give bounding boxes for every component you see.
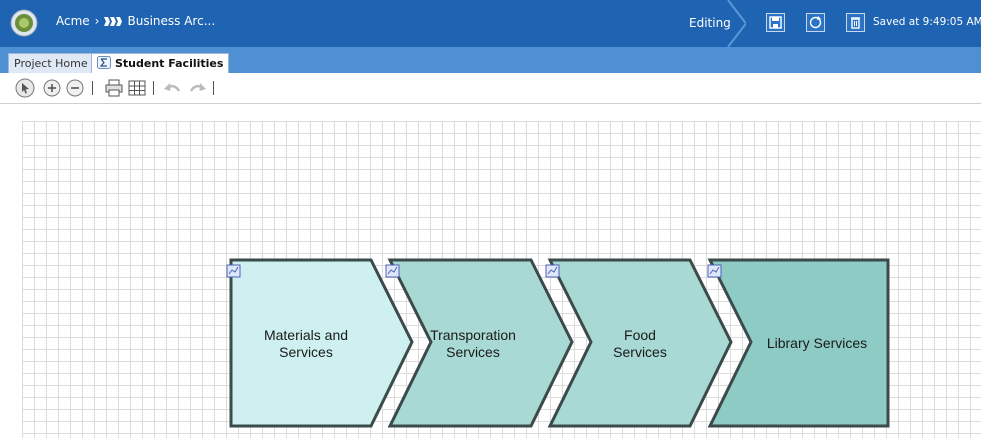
mode-label: Editing <box>689 16 731 30</box>
tab-project-home[interactable]: Project Home <box>8 53 94 73</box>
tab-label: Project Home <box>14 57 88 70</box>
save-icon <box>769 16 782 29</box>
app-logo-icon[interactable] <box>10 9 38 37</box>
toolbar-divider <box>92 81 93 95</box>
print-icon[interactable] <box>103 77 125 99</box>
chevron-shape-2[interactable]: Transporation Services <box>385 258 574 428</box>
canvas-area: Materials and Services Transporation Ser… <box>0 104 981 438</box>
shape-badge-icon <box>385 264 400 278</box>
select-icon[interactable] <box>14 77 36 99</box>
trash-icon <box>851 17 860 29</box>
breadcrumb-separator: › <box>94 14 100 28</box>
grid-icon[interactable] <box>126 77 148 99</box>
tab-student-facilities[interactable]: Student Facilities <box>91 53 230 73</box>
tab-label: Student Facilities <box>115 57 224 70</box>
toolbar-divider <box>213 81 214 95</box>
undo-icon[interactable] <box>161 77 183 99</box>
breadcrumb: Acme › Business Arc... <box>56 14 215 28</box>
save-button[interactable] <box>766 13 785 32</box>
value-chain-diagram: Materials and Services Transporation Ser… <box>226 258 890 428</box>
shape-badge-icon <box>226 264 241 278</box>
shape-label-line2: Services <box>446 344 500 360</box>
diagram-toolbar <box>0 73 981 104</box>
delete-button[interactable] <box>846 13 865 32</box>
breadcrumb-current[interactable]: Business Arc... <box>127 14 215 28</box>
redo-icon[interactable] <box>187 77 209 99</box>
shape-label-line1: Transporation <box>430 327 516 343</box>
shape-label-line2: Services <box>613 344 667 360</box>
shape-label-line1: Food <box>624 327 656 343</box>
shape-badge-icon <box>707 264 722 278</box>
app-header: Acme › Business Arc... Editing Saved at 9:… <box>0 0 981 47</box>
sigma-icon <box>97 56 111 69</box>
shape-badge-icon <box>545 264 560 278</box>
chevron-shape-3[interactable]: Food Services <box>545 258 733 428</box>
chevron-shape-4[interactable]: Library Services <box>707 258 890 428</box>
toolbar-divider <box>153 81 154 95</box>
refresh-icon <box>809 16 822 29</box>
shape-label-line1: Materials and <box>264 327 348 343</box>
shape-label-line2: Services <box>279 344 333 360</box>
zoom-out-icon[interactable] <box>64 77 86 99</box>
saved-status: Saved at 9:49:05 AM <box>873 16 981 28</box>
zoom-in-icon[interactable] <box>41 77 63 99</box>
refresh-button[interactable] <box>806 13 825 32</box>
tab-strip: Project Home Student Facilities <box>0 47 981 73</box>
breadcrumb-root[interactable]: Acme <box>56 14 90 28</box>
shape-label-line1: Library Services <box>767 335 867 351</box>
chevron-shape-1[interactable]: Materials and Services <box>226 258 414 428</box>
diagram-canvas[interactable]: Materials and Services Transporation Ser… <box>22 121 981 438</box>
value-chain-icon <box>104 17 123 26</box>
